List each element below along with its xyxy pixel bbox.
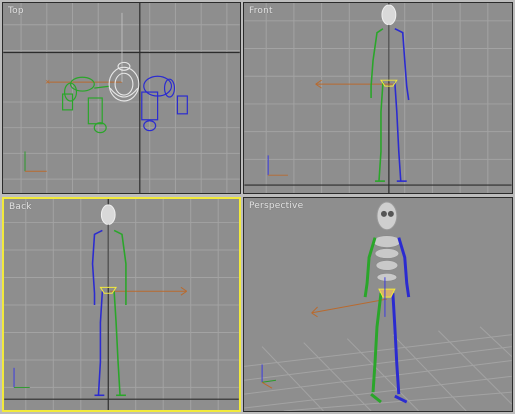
- front-view-scene: [244, 3, 512, 193]
- top-view-scene: ×: [3, 3, 240, 193]
- viewport-label-front[interactable]: Front: [249, 6, 273, 16]
- back-view-scene: [4, 199, 239, 410]
- four-viewport-layout: × Top Front Back Perspective: [0, 0, 515, 414]
- perspective-view-scene: [244, 201, 512, 411]
- viewport-top[interactable]: × Top: [2, 2, 241, 194]
- viewport-perspective[interactable]: Perspective: [243, 197, 513, 412]
- svg-text:×: ×: [45, 78, 51, 86]
- viewport-label-top[interactable]: Top: [8, 6, 24, 16]
- viewport-back[interactable]: Back: [2, 197, 241, 412]
- viewport-front[interactable]: Front: [243, 2, 513, 194]
- viewport-label-back[interactable]: Back: [9, 202, 32, 212]
- viewport-label-perspective[interactable]: Perspective: [249, 201, 303, 211]
